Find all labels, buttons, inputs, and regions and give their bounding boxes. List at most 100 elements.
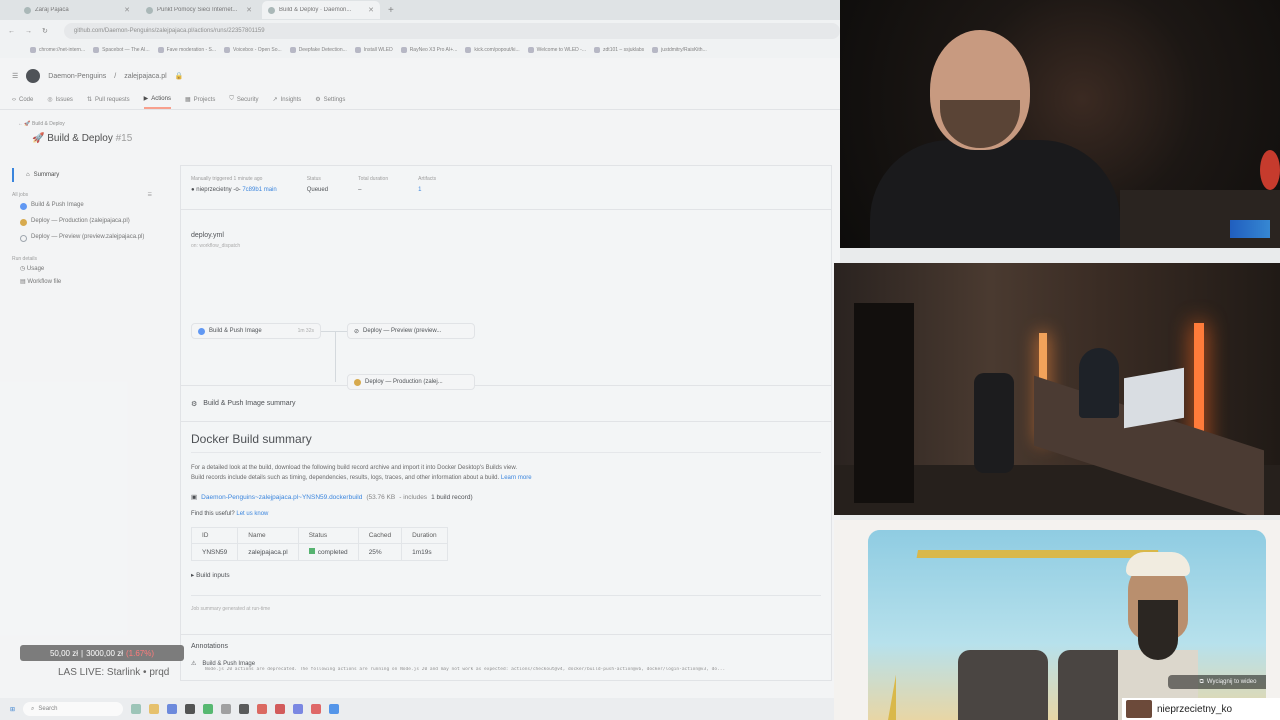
breadcrumb[interactable]: ← 🚀 Build & Deploy — [18, 121, 65, 127]
commit-link[interactable]: 7c89b1 — [242, 187, 262, 193]
bookmark-icon — [400, 47, 407, 53]
workflow-file-name: deploy.yml — [191, 232, 224, 239]
let-us-know-link[interactable]: Let us know — [236, 511, 268, 517]
terminal-icon[interactable] — [185, 704, 196, 714]
donation-goal-bar: 50,00 zł | 3000,00 zł (1.67%) — [20, 645, 184, 661]
url-input[interactable]: github.com/Daemon-Penguins/zalejpajaca.p… — [63, 23, 840, 39]
red-light — [1260, 150, 1280, 190]
code-icon: ‹› — [12, 96, 16, 103]
graph-node-production[interactable]: Deploy — Production (zalej... — [347, 374, 475, 390]
chrome-icon[interactable] — [257, 704, 268, 714]
artifacts-link[interactable]: 1 — [418, 187, 436, 193]
vscode-icon[interactable] — [329, 704, 340, 714]
repo-nav: ‹› Code ◎ Issues ⇅ Pull requests ▶ Actions ▦… — [0, 90, 840, 110]
menu-icon[interactable]: ☰ — [12, 72, 18, 80]
sidebar-item-workflow-file[interactable]: ▤ Workflow file — [12, 275, 152, 288]
feedback-row: Find this useful? Let us know — [191, 511, 269, 517]
tab-settings[interactable]: ⚙ Settings — [315, 90, 345, 109]
bookmark[interactable]: Voicebox - Open So... — [224, 47, 282, 53]
github-header: ☰ Daemon-Penguins / zalejpajaca.pl 🔒 — [0, 62, 840, 90]
tab-pull-requests[interactable]: ⇅ Pull requests — [87, 90, 130, 109]
discord-icon[interactable] — [293, 704, 304, 714]
bookmark[interactable]: Install WLED — [354, 47, 393, 53]
table-row: YNSN59 zalejpajaca.pl completed 25% 1m19… — [190, 543, 448, 561]
bookmark[interactable]: chrome://net-intern... — [30, 47, 85, 53]
taskbar-app-icon[interactable] — [275, 704, 286, 714]
home-icon: ⌂ — [26, 172, 30, 178]
windows-start-icon[interactable]: ⊞ — [10, 706, 15, 713]
org-link[interactable]: Daemon-Penguins — [48, 73, 106, 80]
tab-actions[interactable]: ▶ Actions — [143, 90, 171, 109]
folder-icon[interactable] — [149, 704, 160, 714]
pull-request-icon: ⇅ — [86, 97, 92, 103]
close-icon[interactable]: ✕ — [246, 6, 252, 14]
graph-node-preview[interactable]: ⊘ Deploy — Preview (preview... — [347, 323, 475, 339]
tab-bar: Zaraj Pajaca ✕ Punkt Pomocy Sieci Interne… — [0, 0, 840, 20]
repo-link[interactable]: zalejpajaca.pl — [124, 73, 166, 80]
filter-icon[interactable]: ☰ — [148, 192, 152, 198]
bookmark[interactable]: Welcome to WLED -... — [527, 47, 586, 53]
graph-node-build[interactable]: Build & Push Image 1m 32s — [191, 323, 321, 339]
sidebar-job-preview[interactable]: Deploy — Preview (preview.zalejpajaca.pl… — [12, 230, 152, 246]
sidebar-job-production[interactable]: Deploy — Production (zalejpajaca.pl) — [12, 214, 152, 230]
tab-code[interactable]: ‹› Code — [12, 90, 33, 109]
forward-icon[interactable]: → — [25, 28, 32, 35]
user-link[interactable]: nieprzecietny — [196, 187, 231, 193]
bookmark[interactable]: Fave moderation - S... — [157, 47, 216, 53]
bookmark[interactable]: Spacebot — The AI... — [93, 47, 150, 53]
summary-title: Docker Build summary — [191, 432, 821, 453]
bookmark-icon — [354, 47, 361, 53]
taskbar-app-icon[interactable] — [221, 704, 232, 714]
sidebar-item-usage[interactable]: ◷ Usage — [12, 262, 152, 275]
tab-projects[interactable]: ▦ Projects — [185, 90, 215, 109]
sidebar-item-summary[interactable]: ⌂ Summary — [12, 168, 152, 182]
taskbar-search[interactable]: ⌕ Search — [23, 702, 124, 716]
tab-1[interactable]: Zaraj Pajaca ✕ — [18, 1, 136, 19]
taskbar-app-icon[interactable] — [311, 704, 322, 714]
bookmark[interactable]: RayNeo X3 Pro AI+... — [400, 47, 457, 53]
sidebar-job-build[interactable]: Build & Push Image — [12, 198, 152, 214]
annotation-item[interactable]: ⚠ Build & Push Image — [191, 660, 821, 668]
pip-button[interactable]: ⧉ Wyciągnij to wideo — [1168, 675, 1266, 689]
avatar — [1126, 700, 1152, 718]
github-logo-icon[interactable] — [26, 69, 41, 83]
reload-icon[interactable]: ↻ — [42, 27, 48, 35]
column-header: Status — [297, 527, 359, 544]
cartoon-video[interactable]: ⧉ Wyciągnij to wideo — [834, 520, 1280, 720]
table-header-row: ID Name Status Cached Duration — [190, 527, 448, 544]
character-beard — [1138, 600, 1178, 660]
taskbar-app-icon[interactable] — [167, 704, 178, 714]
tab-issues[interactable]: ◎ Issues — [47, 90, 73, 109]
video-frame: ⧉ Wyciągnij to wideo — [868, 530, 1266, 720]
chat-username: nieprzecietny_ko — [1157, 703, 1233, 715]
bookmark[interactable]: Deepfake Detection... — [289, 47, 347, 53]
tab-3[interactable]: Build & Deploy · Daemon... ✕ — [262, 1, 380, 19]
column-header: Name — [237, 527, 299, 544]
close-icon[interactable]: ✕ — [124, 6, 130, 14]
bookmark-icon — [30, 47, 36, 53]
tab-favicon — [24, 6, 31, 14]
bookmark[interactable]: zdt101 – ssjuklabs — [594, 47, 644, 53]
search-icon: ⌕ — [31, 705, 35, 712]
tab-security[interactable]: ⛉ Security — [229, 90, 258, 109]
taskbar-app-icon[interactable] — [131, 704, 142, 714]
branch-badge[interactable]: main — [264, 187, 277, 193]
summary-paragraph: For a detailed look at the build, downlo… — [191, 465, 532, 481]
door — [854, 303, 914, 503]
back-icon[interactable]: ← — [8, 28, 15, 35]
bookmark[interactable]: justdmitry/RaisKith... — [652, 47, 707, 53]
close-icon[interactable]: ✕ — [368, 6, 374, 14]
bookmarks-bar: chrome://net-intern... Spacebot — The AI… — [0, 42, 840, 58]
bookmark[interactable]: kick.com/popout/ki... — [465, 47, 520, 53]
tab-insights[interactable]: ↗ Insights — [273, 90, 302, 109]
issue-icon: ◎ — [47, 97, 53, 103]
build-inputs-toggle[interactable]: ▸ Build inputs — [191, 571, 821, 579]
github-icon[interactable] — [239, 704, 250, 714]
learn-more-link[interactable]: Learn more — [501, 475, 532, 481]
duration-info: Total duration – — [358, 176, 389, 193]
tab-2[interactable]: Punkt Pomocy Sieci Internet... ✕ — [140, 1, 258, 19]
build-record-link[interactable]: Daemon-Penguins~zalejpajaca.pl~YNSN59.do… — [201, 494, 362, 501]
new-tab-icon[interactable]: + — [388, 5, 394, 16]
taskbar-app-icon[interactable] — [203, 704, 214, 714]
cell-status: completed — [297, 543, 359, 561]
